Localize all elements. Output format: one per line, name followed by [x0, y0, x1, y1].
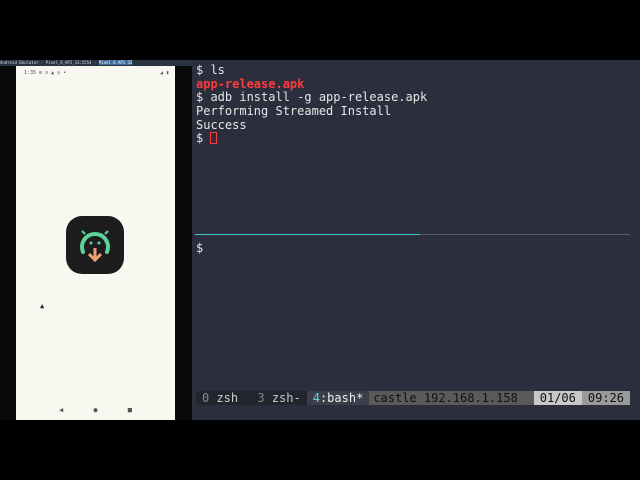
tmux-window-3[interactable]: 3 zsh-: [251, 391, 307, 405]
status-icons: ⚙ ≡ ▲ ◎ •: [39, 70, 67, 76]
pane-divider[interactable]: [420, 234, 630, 235]
back-button[interactable]: ◀: [59, 406, 63, 414]
terminal-line: Success: [196, 118, 247, 132]
terminal-line: $ adb install -g app-release.apk: [196, 90, 428, 104]
navigation-bar: ◀ ● ■: [16, 406, 175, 414]
tmux-host: castle 192.168.1.158: [369, 391, 534, 405]
tmux-window-4[interactable]: 4:bash*: [306, 391, 370, 405]
android-download-icon: [80, 230, 110, 263]
emulator-title-highlight: Pixel 6 API 33: [98, 60, 133, 65]
tmux-window-0[interactable]: 0 zsh: [196, 391, 252, 405]
mouse-cursor-icon: ▲: [40, 302, 45, 310]
app-icon[interactable]: [66, 216, 124, 274]
bottom-pane-prompt[interactable]: $: [196, 241, 203, 255]
cursor-block: [210, 132, 218, 144]
emulator-title: Android Emulator - Pixel_6_API_33:5554: [0, 60, 92, 65]
emulator-window: Android Emulator - Pixel_6_API_33:5554 ·…: [0, 60, 192, 420]
tmux-date: 01/06: [533, 391, 582, 405]
battery-icon: ◢ ▮: [159, 70, 169, 76]
terminal-line: app-release.apk: [196, 77, 305, 91]
phone-screen[interactable]: 1:35 ⚙ ≡ ▲ ◎ • ◢ ▮ ▲ ◀ ● ■: [16, 66, 175, 420]
tmux-status-bar: 0 zsh 3 zsh- 4:bash* castle 192.168.1.15…: [196, 391, 630, 405]
terminal-line: Performing Streamed Install: [196, 104, 392, 118]
terminal-line: $ ls: [196, 63, 225, 77]
terminal-prompt-line[interactable]: $: [196, 131, 218, 145]
pane-divider-active[interactable]: [195, 234, 420, 235]
terminal[interactable]: $ ls app-release.apk $ adb install -g ap…: [192, 60, 640, 420]
tmux-time: 09:26: [581, 391, 630, 405]
status-time: 1:35: [24, 70, 37, 76]
recents-button[interactable]: ■: [128, 406, 132, 414]
status-bar: 1:35 ⚙ ≡ ▲ ◎ • ◢ ▮: [24, 70, 169, 76]
home-button[interactable]: ●: [93, 406, 97, 414]
